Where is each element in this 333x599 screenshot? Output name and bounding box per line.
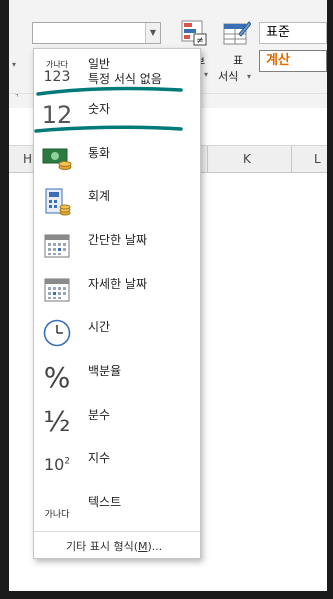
menu-item-label: 시간 <box>88 320 111 334</box>
number-format-dropdown: 가나다 123 일반 특정 서식 없음 12 숫자 통화 회계 간단한 날짜 자… <box>33 48 201 559</box>
conditional-format-icon[interactable]: ≠ <box>181 20 207 46</box>
currency-icon <box>41 143 73 175</box>
accounting-icon <box>41 186 73 218</box>
menu-item-label: 간단한 날짜 <box>88 233 148 247</box>
menu-item-general[interactable]: 가나다 123 일반 특정 서식 없음 <box>34 51 200 94</box>
menu-item-label: 백분율 <box>88 364 122 378</box>
short-date-icon <box>41 230 73 262</box>
fraction-icon: ½ <box>43 404 71 438</box>
menu-item-long-date[interactable]: 자세한 날짜 <box>34 269 200 312</box>
format-as-table-label-top[interactable]: 표 <box>233 52 243 68</box>
style-calc[interactable]: 계산 <box>259 50 327 72</box>
menu-item-currency[interactable]: 통화 <box>34 138 200 181</box>
format-as-table-label-bottom[interactable]: 서식 <box>218 68 238 84</box>
excel-window: ▾ ⌝ ▼ ≠ 부 ▾ 표 서식 ▾ 표준 계산 <box>9 0 327 591</box>
menu-item-scientific[interactable]: 102 지수 <box>34 443 200 486</box>
percent-icon: % <box>43 360 71 394</box>
menu-item-time[interactable]: 시간 <box>34 312 200 355</box>
number-format-combo[interactable]: ▼ <box>32 22 161 44</box>
clock-icon <box>41 317 73 349</box>
more-number-formats-label: 기타 표시 형식(M)... <box>66 540 163 553</box>
column-header-l[interactable]: L <box>314 152 321 166</box>
menu-item-label: 숫자 <box>88 102 111 116</box>
menu-item-label: 자세한 날짜 <box>88 277 148 291</box>
scientific-icon: 102 <box>43 454 71 474</box>
menu-item-number[interactable]: 12 숫자 <box>34 94 200 137</box>
menu-item-sublabel: 특정 서식 없음 <box>88 72 162 86</box>
ribbon-arrow-icon: ▾ <box>12 60 17 69</box>
menu-item-label: 지수 <box>88 451 111 465</box>
menu-item-short-date[interactable]: 간단한 날짜 <box>34 225 200 268</box>
menu-item-percentage[interactable]: % 백분율 <box>34 356 200 399</box>
style-normal[interactable]: 표준 <box>259 22 327 44</box>
more-number-formats[interactable]: 기타 표시 형식(M)... <box>34 531 200 559</box>
chevron-down-icon[interactable]: ▾ <box>247 72 251 81</box>
menu-item-text[interactable]: 가나다 텍스트 <box>34 487 200 530</box>
column-header-k[interactable]: K <box>243 152 251 166</box>
menu-item-label: 통화 <box>88 146 111 160</box>
not-equal-glyph: ≠ <box>196 36 204 46</box>
dialog-launcher-icon[interactable]: ⌝ <box>15 93 19 102</box>
menu-item-accounting[interactable]: 회계 <box>34 181 200 224</box>
menu-item-label: 회계 <box>88 189 111 203</box>
format-as-table-icon[interactable] <box>223 20 251 48</box>
menu-item-label: 분수 <box>88 408 111 422</box>
chevron-down-icon[interactable]: ▼ <box>145 23 160 43</box>
chevron-down-icon[interactable]: ▾ <box>204 70 208 79</box>
menu-item-label: 텍스트 <box>88 495 122 509</box>
text-format-icon: 가나다 <box>44 509 70 520</box>
column-divider[interactable] <box>207 146 208 172</box>
column-divider[interactable] <box>291 146 292 172</box>
number-format-icon: 12 <box>41 101 73 129</box>
column-header-h[interactable]: H <box>23 152 32 166</box>
menu-item-fraction[interactable]: ½ 분수 <box>34 400 200 443</box>
long-date-icon <box>41 274 73 306</box>
general-format-icon: 가나다 123 <box>43 59 71 85</box>
